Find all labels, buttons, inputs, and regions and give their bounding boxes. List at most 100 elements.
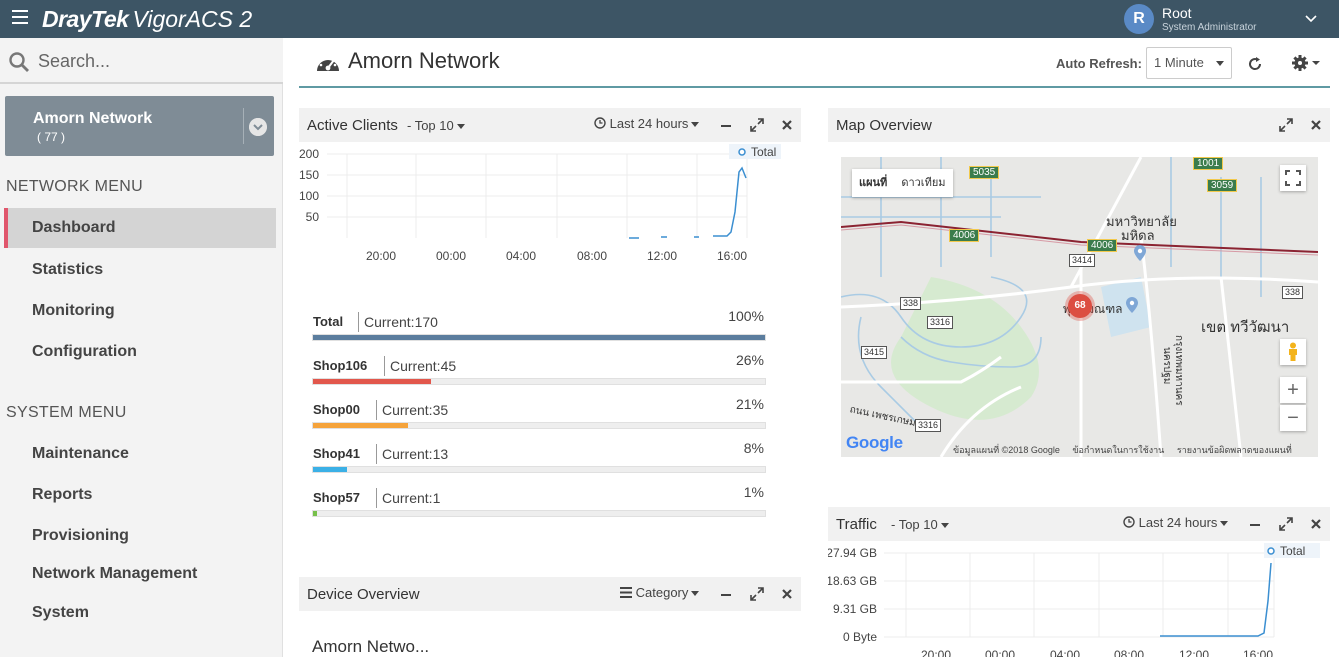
map-tab-map[interactable]: แผนที่ xyxy=(852,169,894,197)
system-menu-heading: SYSTEM MENU xyxy=(6,404,127,421)
map-terms-link[interactable]: ข้อกำหนดในการใช้งาน xyxy=(1072,445,1164,455)
close-icon[interactable] xyxy=(780,587,794,601)
row-separator xyxy=(376,488,377,508)
menu-item-maintenance[interactable]: Maintenance xyxy=(4,434,276,474)
close-icon[interactable] xyxy=(1309,118,1323,132)
legend-total[interactable]: Total xyxy=(1280,544,1305,558)
time-filter-dropdown[interactable]: Last 24 hours xyxy=(594,116,700,131)
chart-x-axis: 20:00 00:00 04:00 08:00 12:00 16:00 xyxy=(921,648,1273,657)
road-label: 4006 xyxy=(949,229,980,242)
x-tick-label: 04:00 xyxy=(506,249,536,263)
user-name[interactable]: Root xyxy=(1162,5,1192,21)
place-label: มหิดล xyxy=(1121,228,1155,243)
menu-item-system[interactable]: System xyxy=(4,593,276,633)
expand-icon[interactable] xyxy=(1279,517,1293,531)
expand-icon[interactable] xyxy=(750,118,764,132)
widget-header: Device Overview Category xyxy=(299,577,801,611)
map-pin-icon xyxy=(1126,297,1138,313)
client-row-percent: 21% xyxy=(735,396,764,412)
map-pin-icon xyxy=(1134,245,1146,261)
legend-total[interactable]: Total xyxy=(751,145,776,159)
road-label: 5035 xyxy=(969,166,1000,179)
device-overview-item[interactable]: Amorn Netwo... xyxy=(312,637,429,657)
map-attribution: ข้อมูลแผนที่ ©2018 Google ข้อกำหนดในการใ… xyxy=(953,443,1302,457)
widget-header: Traffic - Top 10 Last 24 hours xyxy=(828,507,1330,541)
client-row-shop41: Shop41 Current:13 8% xyxy=(312,440,766,476)
client-row-bar-fill xyxy=(313,423,408,428)
menu-item-dashboard[interactable]: Dashboard xyxy=(4,208,276,248)
client-row-percent: 1% xyxy=(743,484,764,500)
x-tick-label: 08:00 xyxy=(577,249,607,263)
google-logo-text: Google xyxy=(846,433,903,452)
zoom-in-button[interactable]: + xyxy=(1280,377,1306,403)
traffic-widget: Traffic - Top 10 Last 24 hours xyxy=(828,507,1330,541)
client-row-current: Current:35 xyxy=(382,402,449,418)
x-tick-label: 00:00 xyxy=(436,249,466,263)
network-selector[interactable]: Amorn Network ( 77 ) xyxy=(5,96,274,156)
map-report-link[interactable]: รายงานข้อผิดพลาดของแผนที่ xyxy=(1177,445,1292,455)
menu-item-statistics[interactable]: Statistics xyxy=(4,250,276,290)
page-header: Amorn Network Auto Refresh: 1 Minute xyxy=(299,38,1330,88)
client-row-percent: 100% xyxy=(728,308,764,324)
zoom-out-button[interactable]: − xyxy=(1280,405,1306,431)
client-row-name: Shop00 xyxy=(313,402,360,417)
road-label: 338 xyxy=(900,297,922,310)
client-row-name: Shop41 xyxy=(313,446,360,461)
device-cluster-marker[interactable]: 68 xyxy=(1068,294,1092,318)
clock-icon xyxy=(1123,516,1135,528)
menu-item-reports[interactable]: Reports xyxy=(4,475,276,515)
menu-item-monitoring[interactable]: Monitoring xyxy=(4,291,276,331)
chevron-down-icon[interactable] xyxy=(249,118,267,136)
client-row-name: Total xyxy=(313,314,344,329)
x-tick-label: 08:00 xyxy=(1114,648,1144,657)
client-row-bar xyxy=(312,466,766,473)
x-tick-label: 12:00 xyxy=(1179,648,1209,657)
menu-item-provisioning[interactable]: Provisioning xyxy=(4,516,276,556)
top-filter-dropdown[interactable]: - Top 10 xyxy=(407,118,465,133)
map-data-credit: ข้อมูลแผนที่ ©2018 Google xyxy=(953,445,1060,455)
client-row-total: Total Current:170 100% xyxy=(312,308,766,344)
close-icon[interactable] xyxy=(1309,517,1323,531)
road-label: 1001 xyxy=(1193,157,1224,170)
series-line-total xyxy=(1160,562,1272,637)
search-input[interactable] xyxy=(38,47,268,75)
menu-item-network-management[interactable]: Network Management xyxy=(4,554,276,594)
map-view[interactable]: แผนที่ ดาวเทียม 5035 1001 3059 4006 4006 … xyxy=(841,157,1318,457)
widget-header: Active Clients - Top 10 Last 24 hours xyxy=(299,108,801,142)
row-separator xyxy=(376,400,377,420)
x-tick-label: 00:00 xyxy=(985,648,1015,657)
minimize-icon[interactable] xyxy=(719,587,733,601)
place-label: นครปฐม xyxy=(1161,347,1172,385)
chevron-down-icon[interactable] xyxy=(1304,12,1318,26)
expand-icon[interactable] xyxy=(750,587,764,601)
y-tick-label: 50 xyxy=(306,210,320,224)
chart-x-axis: 20:00 00:00 04:00 08:00 12:00 16:00 xyxy=(366,249,747,263)
close-icon[interactable] xyxy=(780,118,794,132)
auto-refresh-select[interactable]: 1 Minute xyxy=(1146,47,1232,79)
client-row-name: Shop57 xyxy=(313,490,360,505)
widget-title: Traffic xyxy=(836,516,877,533)
refresh-icon[interactable] xyxy=(1247,56,1263,72)
menu-item-configuration[interactable]: Configuration xyxy=(4,332,276,372)
user-avatar[interactable]: R xyxy=(1124,4,1154,34)
map-tab-satellite[interactable]: ดาวเทียม xyxy=(894,169,952,197)
row-separator xyxy=(376,444,377,464)
gear-icon[interactable] xyxy=(1291,54,1321,72)
sidebar: Amorn Network ( 77 ) NETWORK MENU Dashbo… xyxy=(0,38,283,657)
y-tick-label: 0 Byte xyxy=(843,630,877,644)
street-view-pegman-icon[interactable] xyxy=(1280,339,1306,365)
hamburger-menu-icon[interactable] xyxy=(12,10,28,24)
category-filter-dropdown[interactable]: Category xyxy=(620,585,700,600)
page-title: Amorn Network xyxy=(348,48,500,73)
search-bar xyxy=(0,38,283,84)
auto-refresh-value: 1 Minute xyxy=(1154,55,1204,70)
expand-icon[interactable] xyxy=(1279,118,1293,132)
widget-title: Device Overview xyxy=(307,586,420,603)
search-icon xyxy=(9,52,29,72)
time-filter-dropdown[interactable]: Last 24 hours xyxy=(1123,515,1229,530)
minimize-icon[interactable] xyxy=(1248,517,1262,531)
fullscreen-icon[interactable] xyxy=(1280,165,1306,191)
top-filter-dropdown[interactable]: - Top 10 xyxy=(891,517,949,532)
traffic-chart: 27.94 GB 18.63 GB 9.31 GB 0 Byte 20:00 0… xyxy=(828,543,1320,657)
minimize-icon[interactable] xyxy=(719,118,733,132)
